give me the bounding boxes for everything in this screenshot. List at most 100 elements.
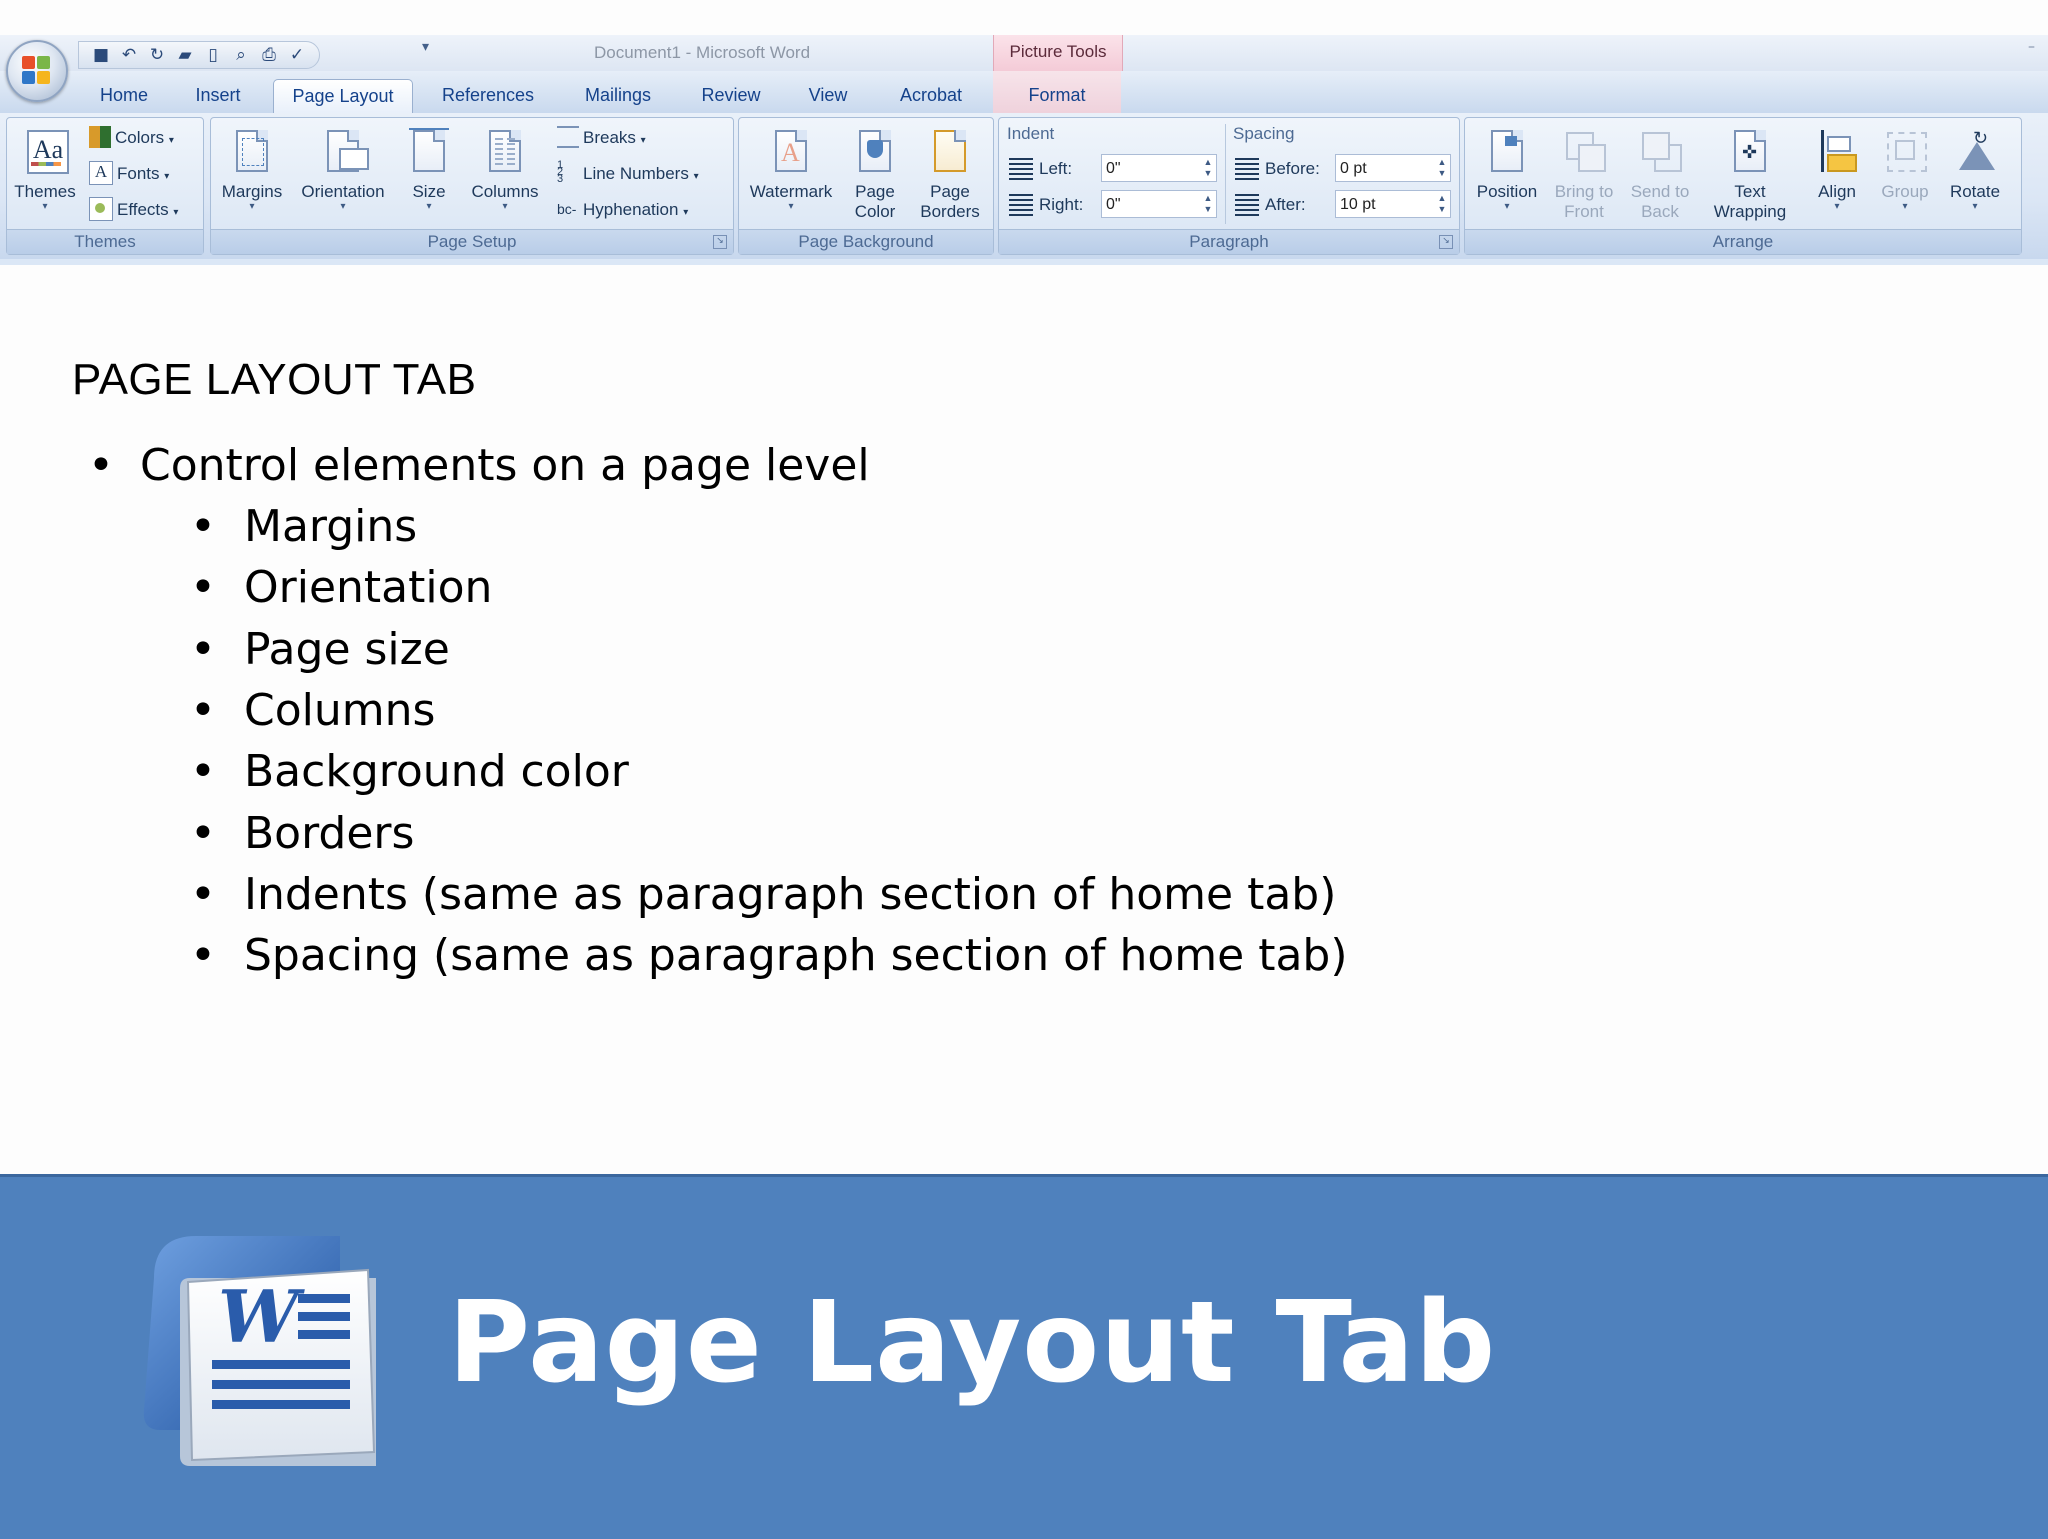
ribbon-tab-row: Home Insert Page Layout References Maili… [0, 71, 2048, 115]
tab-view[interactable]: View [800, 79, 856, 113]
page-borders-icon [928, 128, 972, 176]
sub-bullet-text: Borders [244, 808, 415, 859]
rotate-button[interactable]: ↻ Rotate ▾ [1943, 128, 2007, 212]
indent-left-input[interactable]: 0" ▲ ▼ [1101, 154, 1217, 182]
margins-label: Margins [221, 182, 283, 201]
hyphenation-button[interactable]: bc- Hyphenation ▾ [557, 196, 688, 224]
arrange-group-label: Arrange [1465, 229, 2021, 254]
paragraph-launcher-icon[interactable]: ↘ [1439, 235, 1453, 249]
page-color-icon [853, 128, 897, 176]
microsoft-word-logo-icon: W [143, 1236, 376, 1466]
position-button[interactable]: Position ▾ [1471, 128, 1543, 212]
ribbon: Aa Themes ▾ Colors ▾ A Fonts ▾ Effects ▾ … [0, 113, 2048, 259]
indent-right-row: Right: 0" ▲ ▼ [1009, 190, 1219, 220]
align-icon [1815, 128, 1859, 176]
indent-left-spinner-icon[interactable]: ▲ ▼ [1202, 157, 1214, 179]
spacing-after-value: 10 pt [1340, 196, 1376, 213]
bullet-dot-icon: • [190, 808, 216, 859]
bring-to-front-button[interactable]: Bring to Front [1549, 128, 1619, 222]
columns-button[interactable]: Columns ▾ [467, 128, 543, 212]
align-dropdown-icon: ▾ [1834, 201, 1840, 212]
fonts-button[interactable]: A Fonts ▾ [89, 160, 169, 188]
spacing-before-icon [1235, 158, 1259, 180]
effects-button[interactable]: Effects ▾ [89, 196, 178, 224]
colors-label: Colors [115, 128, 165, 147]
spacing-after-input[interactable]: 10 pt ▲ ▼ [1335, 190, 1451, 218]
margins-dropdown-icon: ▾ [249, 201, 255, 212]
office-button[interactable] [6, 40, 68, 102]
page-color-label-1: Page [855, 182, 895, 201]
columns-label: Columns [471, 182, 539, 201]
print-preview-icon[interactable]: ⌕ [231, 45, 251, 65]
tab-mailings[interactable]: Mailings [573, 79, 663, 113]
customize-qat-icon[interactable]: ▾ [422, 39, 438, 55]
indent-right-input[interactable]: 0" ▲ ▼ [1101, 190, 1217, 218]
arrange-group: Position ▾ Bring to Front Send to Back ✜… [1464, 117, 2022, 255]
minimize-icon[interactable]: – [2028, 39, 2042, 55]
line-numbers-button[interactable]: 1 2 3 Line Numbers ▾ [557, 158, 699, 188]
breaks-icon [557, 125, 579, 148]
undo-icon[interactable]: ↶ [119, 45, 139, 65]
bullet-dot-icon: • [190, 685, 216, 736]
tab-review[interactable]: Review [694, 79, 768, 113]
position-dropdown-icon: ▾ [1504, 201, 1510, 212]
quick-access-toolbar: ■ ↶ ↻ ▰ ▯ ⌕ ⎙ ✓ [78, 41, 320, 69]
open-folder-icon[interactable]: ▰ [175, 45, 195, 65]
group-dropdown-icon: ▾ [1902, 201, 1908, 212]
position-icon [1485, 128, 1529, 176]
colors-button[interactable]: Colors ▾ [89, 124, 174, 152]
spacing-before-label: Before: [1265, 159, 1320, 178]
page-borders-label-2: Borders [920, 202, 980, 221]
bullet-dot-icon: • [190, 501, 216, 552]
page-borders-label-1: Page [930, 182, 970, 201]
tab-page-layout[interactable]: Page Layout [273, 79, 413, 115]
spacing-title: Spacing [1233, 124, 1295, 143]
breaks-button[interactable]: Breaks ▾ [557, 124, 646, 152]
tab-insert[interactable]: Insert [186, 79, 250, 113]
spacing-after-label: After: [1265, 195, 1306, 214]
tab-format[interactable]: Format [1012, 79, 1102, 113]
line-numbers-icon: 123 [557, 158, 564, 185]
text-wrapping-label-2: Wrapping [1713, 202, 1787, 221]
bring-to-front-label-2: Front [1564, 202, 1604, 221]
orientation-button[interactable]: Orientation ▾ [295, 128, 391, 212]
group-button[interactable]: Group ▾ [1875, 128, 1935, 212]
size-button[interactable]: Size ▾ [401, 128, 457, 212]
page-borders-button[interactable]: Page Borders [915, 128, 985, 222]
svg-text:W: W [218, 1274, 305, 1359]
page-color-button[interactable]: Page Color [843, 128, 907, 222]
themes-dropdown-icon: ▾ [42, 201, 48, 212]
watermark-button[interactable]: A Watermark ▾ [745, 128, 837, 212]
position-label: Position [1476, 182, 1538, 201]
tab-home[interactable]: Home [92, 79, 156, 113]
spacing-after-spinner-icon[interactable]: ▲ ▼ [1436, 193, 1448, 215]
tab-acrobat[interactable]: Acrobat [890, 79, 972, 113]
spacing-before-spinner-icon[interactable]: ▲ ▼ [1436, 157, 1448, 179]
bring-to-front-icon [1562, 128, 1606, 176]
spacing-before-input[interactable]: 0 pt ▲ ▼ [1335, 154, 1451, 182]
watermark-dropdown-icon: ▾ [788, 201, 794, 212]
send-to-back-button[interactable]: Send to Back [1625, 128, 1695, 222]
bullet-main-text: Control elements on a page level [140, 440, 870, 491]
bullet-dot-icon: • [190, 930, 216, 981]
align-button[interactable]: Align ▾ [1805, 128, 1869, 212]
themes-button[interactable]: Aa Themes ▾ [13, 128, 77, 212]
save-icon[interactable]: ■ [91, 45, 111, 65]
print-icon[interactable]: ⎙ [259, 45, 279, 65]
page-setup-launcher-icon[interactable]: ↘ [713, 235, 727, 249]
indent-left-icon [1009, 158, 1033, 180]
spelling-icon[interactable]: ✓ [287, 45, 307, 65]
new-document-icon[interactable]: ▯ [203, 45, 223, 65]
paragraph-group: Indent Left: 0" ▲ ▼ Right: 0" ▲ ▼ Spacing [998, 117, 1460, 255]
office-logo-icon [22, 56, 52, 86]
margins-button[interactable]: Margins ▾ [217, 128, 287, 212]
word-ribbon-screenshot: ■ ↶ ↻ ▰ ▯ ⌕ ⎙ ✓ ▾ Document1 - Microsoft … [0, 35, 2048, 265]
text-wrapping-button[interactable]: ✜ Text Wrapping [1701, 128, 1799, 222]
redo-icon[interactable]: ↻ [147, 45, 167, 65]
indent-right-spinner-icon[interactable]: ▲ ▼ [1202, 193, 1214, 215]
rotate-label: Rotate [1949, 182, 2001, 201]
fonts-label: Fonts [117, 164, 160, 183]
paragraph-group-label: Paragraph [999, 229, 1459, 254]
tab-references[interactable]: References [436, 79, 540, 113]
sub-bullet-text: Spacing (same as paragraph section of ho… [244, 930, 1348, 981]
